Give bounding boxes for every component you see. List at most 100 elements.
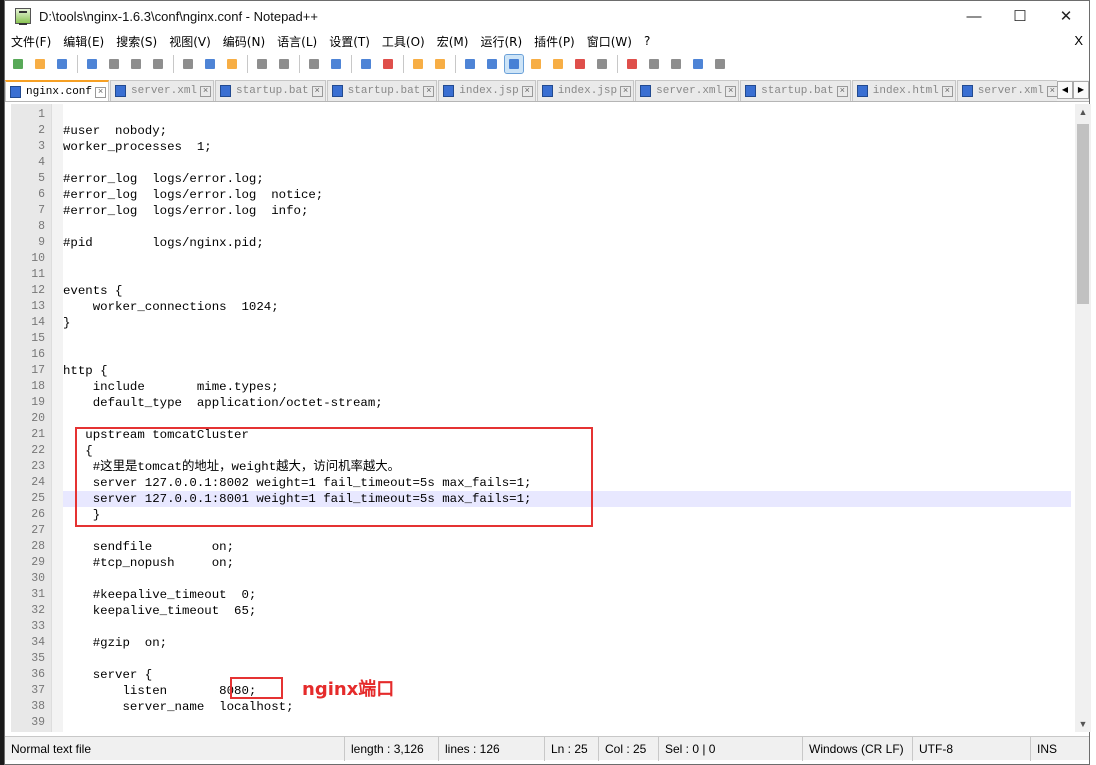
title-bar[interactable]: D:\tools\nginx-1.6.3\conf\nginx.conf - N…	[5, 1, 1089, 31]
code-line[interactable]	[63, 251, 1071, 267]
code-line[interactable]	[63, 347, 1071, 363]
code-line[interactable]: include mime.types;	[63, 379, 1071, 395]
code-line[interactable]: #gzip on;	[63, 635, 1071, 651]
redo-icon[interactable]	[275, 55, 293, 73]
scrollbar-thumb[interactable]	[1077, 124, 1089, 304]
code-line[interactable]: sendfile on;	[63, 539, 1071, 555]
open-file-icon[interactable]	[31, 55, 49, 73]
menu-edit[interactable]: 编辑(E)	[57, 33, 110, 50]
close-all-icon[interactable]	[127, 55, 145, 73]
code-line[interactable]	[63, 219, 1071, 235]
code-line[interactable]: #tcp_nopush on;	[63, 555, 1071, 571]
undo-icon[interactable]	[253, 55, 271, 73]
code-line[interactable]: keepalive_timeout 65;	[63, 603, 1071, 619]
code-line[interactable]: #user nobody;	[63, 123, 1071, 139]
code-line[interactable]	[63, 107, 1071, 123]
menu-file[interactable]: 文件(F)	[5, 33, 57, 50]
zoom-in-icon[interactable]	[357, 55, 375, 73]
tab-close-icon[interactable]: ×	[311, 85, 323, 97]
tab-server-xml[interactable]: server.xml ×	[110, 80, 215, 101]
function-list-icon[interactable]	[549, 55, 567, 73]
code-line[interactable]: #error_log logs/error.log notice;	[63, 187, 1071, 203]
menu-help[interactable]: ?	[638, 34, 656, 48]
play-macro-icon[interactable]	[667, 55, 685, 73]
tab-scroll-left-icon[interactable]: ◀	[1057, 81, 1073, 99]
indent-guide-icon[interactable]	[504, 54, 524, 74]
record-macro-icon[interactable]	[623, 55, 641, 73]
close-document-button[interactable]: X	[1074, 33, 1083, 48]
code-line[interactable]	[63, 411, 1071, 427]
tab-server-xml[interactable]: server.xml ×	[956, 80, 1061, 101]
minimize-button[interactable]: —	[951, 1, 997, 31]
replace-icon[interactable]	[327, 55, 345, 73]
vertical-scrollbar[interactable]: ▲ ▼	[1075, 104, 1091, 732]
code-line[interactable]	[63, 619, 1071, 635]
code-line[interactable]	[63, 155, 1071, 171]
code-line[interactable]	[63, 715, 1071, 731]
tab-close-icon[interactable]: ×	[200, 85, 212, 97]
tab-close-icon[interactable]: ×	[521, 85, 533, 97]
code-area[interactable]: #user nobody; worker_processes 1; #error_l…	[63, 104, 1079, 732]
tab-nginx-conf[interactable]: nginx.conf ×	[5, 80, 110, 101]
save-all-icon[interactable]	[83, 55, 101, 73]
code-line[interactable]: #keepalive_timeout 0;	[63, 587, 1071, 603]
code-line[interactable]: events {	[63, 283, 1071, 299]
code-line[interactable]: #error_log logs/error.log info;	[63, 203, 1071, 219]
menu-language[interactable]: 语言(L)	[271, 33, 323, 50]
document-map-icon[interactable]	[527, 55, 545, 73]
menu-run[interactable]: 运行(R)	[474, 33, 528, 50]
menu-encoding[interactable]: 编码(N)	[217, 33, 271, 50]
code-line[interactable]: default_type application/octet-stream;	[63, 395, 1071, 411]
menu-view[interactable]: 视图(V)	[163, 33, 217, 50]
tab-close-icon[interactable]: ×	[620, 85, 632, 97]
code-line[interactable]: server {	[63, 667, 1071, 683]
tab-startup-bat[interactable]: startup.bat ×	[326, 80, 438, 101]
code-line[interactable]: #pid logs/nginx.pid;	[63, 235, 1071, 251]
new-file-icon[interactable]	[9, 55, 27, 73]
menu-macro[interactable]: 宏(M)	[431, 33, 475, 50]
tab-server-xml[interactable]: server.xml ×	[635, 80, 740, 101]
menu-search[interactable]: 搜索(S)	[110, 33, 163, 50]
tab-index-html[interactable]: index.html ×	[851, 80, 956, 101]
tab-close-icon[interactable]: ×	[725, 85, 737, 97]
copy-icon[interactable]	[201, 55, 219, 73]
tab-startup-bat[interactable]: startup.bat ×	[740, 80, 851, 101]
code-line[interactable]: }	[63, 315, 1071, 331]
print-icon[interactable]	[149, 55, 167, 73]
tab-close-icon[interactable]: ×	[941, 85, 953, 97]
code-line[interactable]: http {	[63, 363, 1071, 379]
code-line[interactable]	[63, 651, 1071, 667]
tab-scroll-right-icon[interactable]: ▶	[1073, 81, 1089, 99]
code-line[interactable]: #error_log logs/error.log;	[63, 171, 1071, 187]
code-line[interactable]: worker_processes 1;	[63, 139, 1071, 155]
code-line[interactable]: server_name localhost;	[63, 699, 1071, 715]
scroll-up-icon[interactable]: ▲	[1075, 104, 1091, 120]
editor[interactable]: 1 2 3 4 5 6 7 8 9 10 11 12 13 14 15 16 17 18 19 20 21 22 23 24 2…	[11, 104, 1079, 732]
close-window-button[interactable]: ✕	[1043, 1, 1089, 31]
tab-close-icon[interactable]: ×	[836, 85, 848, 97]
tab-close-icon[interactable]: ×	[95, 86, 107, 98]
menu-settings[interactable]: 设置(T)	[323, 33, 376, 50]
find-icon[interactable]	[305, 55, 323, 73]
maximize-button[interactable]: ☐	[997, 1, 1043, 31]
scroll-down-icon[interactable]: ▼	[1075, 716, 1091, 732]
code-line[interactable]: listen 8080;	[63, 683, 1071, 699]
tab-index-jsp[interactable]: index.jsp ×	[438, 80, 536, 101]
monitoring-icon[interactable]	[593, 55, 611, 73]
code-line[interactable]	[63, 267, 1071, 283]
menu-plugins[interactable]: 插件(P)	[528, 33, 581, 50]
save-macro-icon[interactable]	[711, 55, 729, 73]
fold-margin[interactable]	[51, 104, 63, 732]
close-icon[interactable]	[105, 55, 123, 73]
sync-vertical-icon[interactable]	[409, 55, 427, 73]
folder-workspace-icon[interactable]	[571, 55, 589, 73]
stop-macro-icon[interactable]	[645, 55, 663, 73]
code-line[interactable]	[63, 571, 1071, 587]
word-wrap-icon[interactable]	[461, 55, 479, 73]
save-icon[interactable]	[53, 55, 71, 73]
code-line[interactable]	[63, 331, 1071, 347]
tab-close-icon[interactable]: ×	[423, 85, 435, 97]
zoom-out-icon[interactable]	[379, 55, 397, 73]
menu-tools[interactable]: 工具(O)	[376, 33, 431, 50]
tab-index-jsp[interactable]: index.jsp ×	[536, 80, 635, 101]
